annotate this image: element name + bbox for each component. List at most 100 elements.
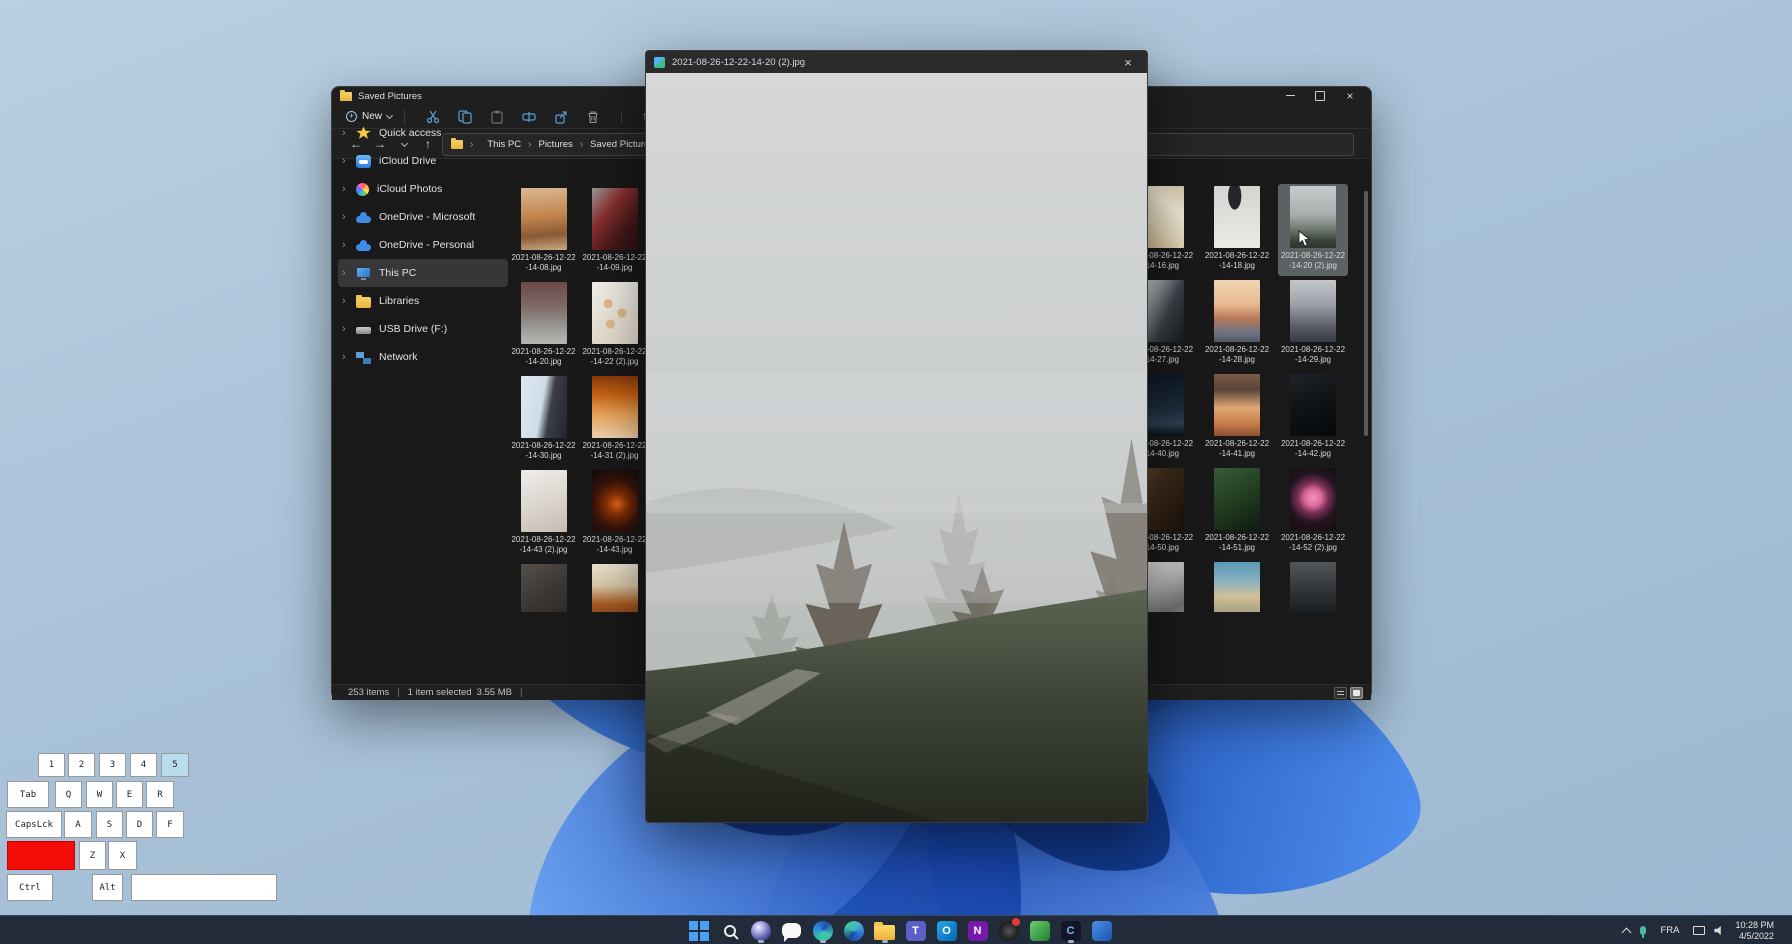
file-thumbnail [1290, 562, 1336, 612]
hidden-icons-chevron[interactable] [1622, 928, 1632, 938]
key-tab: Tab [7, 781, 49, 808]
delete-button[interactable] [580, 108, 606, 126]
list-view-button[interactable] [1334, 687, 1347, 699]
search-icon[interactable] [717, 917, 743, 944]
chevron-right-icon[interactable]: › [342, 183, 352, 195]
onenote-icon[interactable]: N [965, 917, 991, 944]
file-tile[interactable]: 2021-08-26-12-22-14-18.jpg [1202, 184, 1272, 276]
sidebar-item-onedrive-personal[interactable]: › OneDrive - Personal [338, 231, 508, 259]
viewer-close-button[interactable]: × [1113, 51, 1143, 73]
file-tile[interactable]: 2021-08-26-12-22-14-08.jpg [509, 186, 579, 278]
edge-beta-browser-icon[interactable] [841, 917, 867, 944]
running-indicator [1068, 940, 1074, 943]
clock[interactable]: 10:28 PM 4/5/2022 [1735, 920, 1774, 942]
key-f: F [156, 811, 184, 838]
file-thumbnail [1214, 186, 1260, 248]
blue-app-icon[interactable] [1089, 917, 1115, 944]
system-tray: FRA 10:28 PM 4/5/2022 [1623, 916, 1792, 944]
microphone-icon[interactable] [1640, 926, 1646, 935]
chevron-right-icon[interactable]: › [342, 127, 352, 139]
selection-size: 3.55 MB [477, 687, 512, 698]
share-button[interactable] [548, 108, 574, 126]
file-tile[interactable]: 2021-08-26-12-22-14-22 (2).jpg [580, 280, 650, 372]
file-tile[interactable]: 2021-08-26-12-22-14-43 (2).jpg [509, 468, 579, 560]
file-tile[interactable]: 2021-08-26-12-22-14-43.jpg [580, 468, 650, 560]
file-tile[interactable]: 2021-08-26-12-22-14-41.jpg [1202, 372, 1272, 464]
file-tile[interactable]: 2021-08-26-12-22-14-31 (2).jpg [580, 374, 650, 466]
viewer-titlebar[interactable]: 2021-08-26-12-22-14-20 (2).jpg × [646, 51, 1147, 73]
file-tile[interactable]: 2021-08-26-12-22-14-28.jpg [1202, 278, 1272, 370]
chevron-right-icon[interactable]: › [342, 295, 352, 307]
maximize-button[interactable] [1305, 87, 1335, 104]
file-thumbnail [1214, 562, 1260, 612]
tray-date: 4/5/2022 [1735, 931, 1774, 942]
file-name: 2021-08-26-12-22-14-20.jpg [510, 347, 578, 367]
keyboard-overlay: 1 2 3 4 5 Tab Q [0, 745, 300, 907]
sidebar-item-icloud-drive[interactable]: › iCloud Drive [338, 147, 508, 175]
sidebar-icon [356, 327, 371, 334]
c-app-icon[interactable]: C [1058, 917, 1084, 944]
close-button[interactable]: × [1335, 87, 1365, 104]
file-tile[interactable]: 2021-08-26-12-22-14-61 (2).jpg [1202, 560, 1272, 612]
sidebar-icon [356, 239, 371, 252]
shutter-app-icon[interactable] [996, 917, 1022, 944]
file-tile[interactable]: 2021-08-26-12-22-14-30.jpg [509, 374, 579, 466]
chevron-right-icon[interactable]: › [342, 323, 352, 335]
file-name: 2021-08-26-12-22-14-30.jpg [510, 441, 578, 461]
chevron-right-icon[interactable]: › [342, 211, 352, 223]
file-name: 2021-08-26-12-22-14-52 (2).jpg [1279, 533, 1347, 553]
taskbar-center-icons: T O N [683, 917, 1117, 944]
running-indicator [758, 940, 764, 943]
sidebar-icon [356, 155, 371, 168]
key-2: 2 [68, 753, 95, 777]
chat-icon[interactable] [779, 917, 805, 944]
sidebar-item-usb-drive[interactable]: › USB Drive (F:) [338, 315, 508, 343]
teams-icon[interactable]: T [903, 917, 929, 944]
share-icon [554, 110, 568, 124]
file-tile[interactable]: 2021-08-26-12-22-14-52.jpg [509, 562, 579, 612]
sidebar-item-onedrive-microsoft[interactable]: › OneDrive - Microsoft [338, 203, 508, 231]
scrollbar-thumb[interactable] [1364, 191, 1368, 436]
key-a: A [64, 811, 92, 838]
file-tile[interactable]: 2021-08-26-12-22-14-51.jpg [1202, 466, 1272, 558]
file-name: 2021-08-26-12-22-14-29.jpg [1279, 345, 1347, 365]
sidebar-item-network[interactable]: › Network [338, 343, 508, 371]
file-name: 2021-08-26-12-22-14-20 (2).jpg [1279, 251, 1347, 271]
cortana-icon[interactable] [748, 917, 774, 944]
scrollbar[interactable] [1363, 177, 1369, 677]
sidebar-item-libraries[interactable]: › Libraries [338, 287, 508, 315]
edge-browser-icon[interactable] [810, 917, 836, 944]
image-viewer-window: 2021-08-26-12-22-14-20 (2).jpg × [645, 50, 1148, 823]
sidebar-item-this-pc[interactable]: › This PC [338, 259, 508, 287]
file-tile[interactable]: 2021-08-26-12-22-14-42.jpg [1278, 372, 1348, 464]
key-d: D [126, 811, 153, 838]
file-name: 2021-08-26-12-22-14-42.jpg [1279, 439, 1347, 459]
chevron-right-icon[interactable]: › [342, 267, 352, 279]
network-icon[interactable] [1693, 926, 1705, 935]
green-app-icon[interactable] [1027, 917, 1053, 944]
file-tile[interactable]: 2021-08-26-12-22-14-52 (2).jpg [1278, 466, 1348, 558]
file-tile[interactable]: 2021-08-26-12-22-14-61.jpg [1278, 560, 1348, 612]
file-tile[interactable]: 2021-08-26-12-22-14-09.jpg [580, 186, 650, 278]
start-button-icon[interactable] [686, 917, 712, 944]
minimize-button[interactable] [1275, 87, 1305, 104]
file-tile[interactable]: 2021-08-26-12-22-14-53.jpg [580, 562, 650, 612]
file-explorer-icon[interactable] [872, 917, 898, 944]
viewer-title: 2021-08-26-12-22-14-20 (2).jpg [672, 57, 805, 68]
sidebar-item-icloud-photos[interactable]: › iCloud Photos [338, 175, 508, 203]
file-tile[interactable]: 2021-08-26-12-22-14-20.jpg [509, 280, 579, 372]
file-name: 2021-08-26-12-22-14-31 (2).jpg [581, 441, 649, 461]
file-tile[interactable]: 2021-08-26-12-22-14-29.jpg [1278, 278, 1348, 370]
outlook-icon[interactable]: O [934, 917, 960, 944]
thumbnail-view-button[interactable] [1350, 687, 1363, 699]
window-title: Saved Pictures [358, 91, 422, 102]
sidebar-item-quick-access[interactable]: › Quick access [338, 119, 508, 147]
chevron-right-icon[interactable]: › [342, 155, 352, 167]
chevron-down-icon [386, 112, 393, 119]
volume-icon[interactable] [1714, 926, 1723, 935]
chevron-right-icon[interactable]: › [342, 351, 352, 363]
language-indicator[interactable]: FRA [1660, 925, 1679, 936]
breadcrumb-pictures[interactable]: Pictures [538, 139, 572, 150]
chevron-right-icon[interactable]: › [342, 239, 352, 251]
rename-button[interactable] [516, 108, 542, 126]
